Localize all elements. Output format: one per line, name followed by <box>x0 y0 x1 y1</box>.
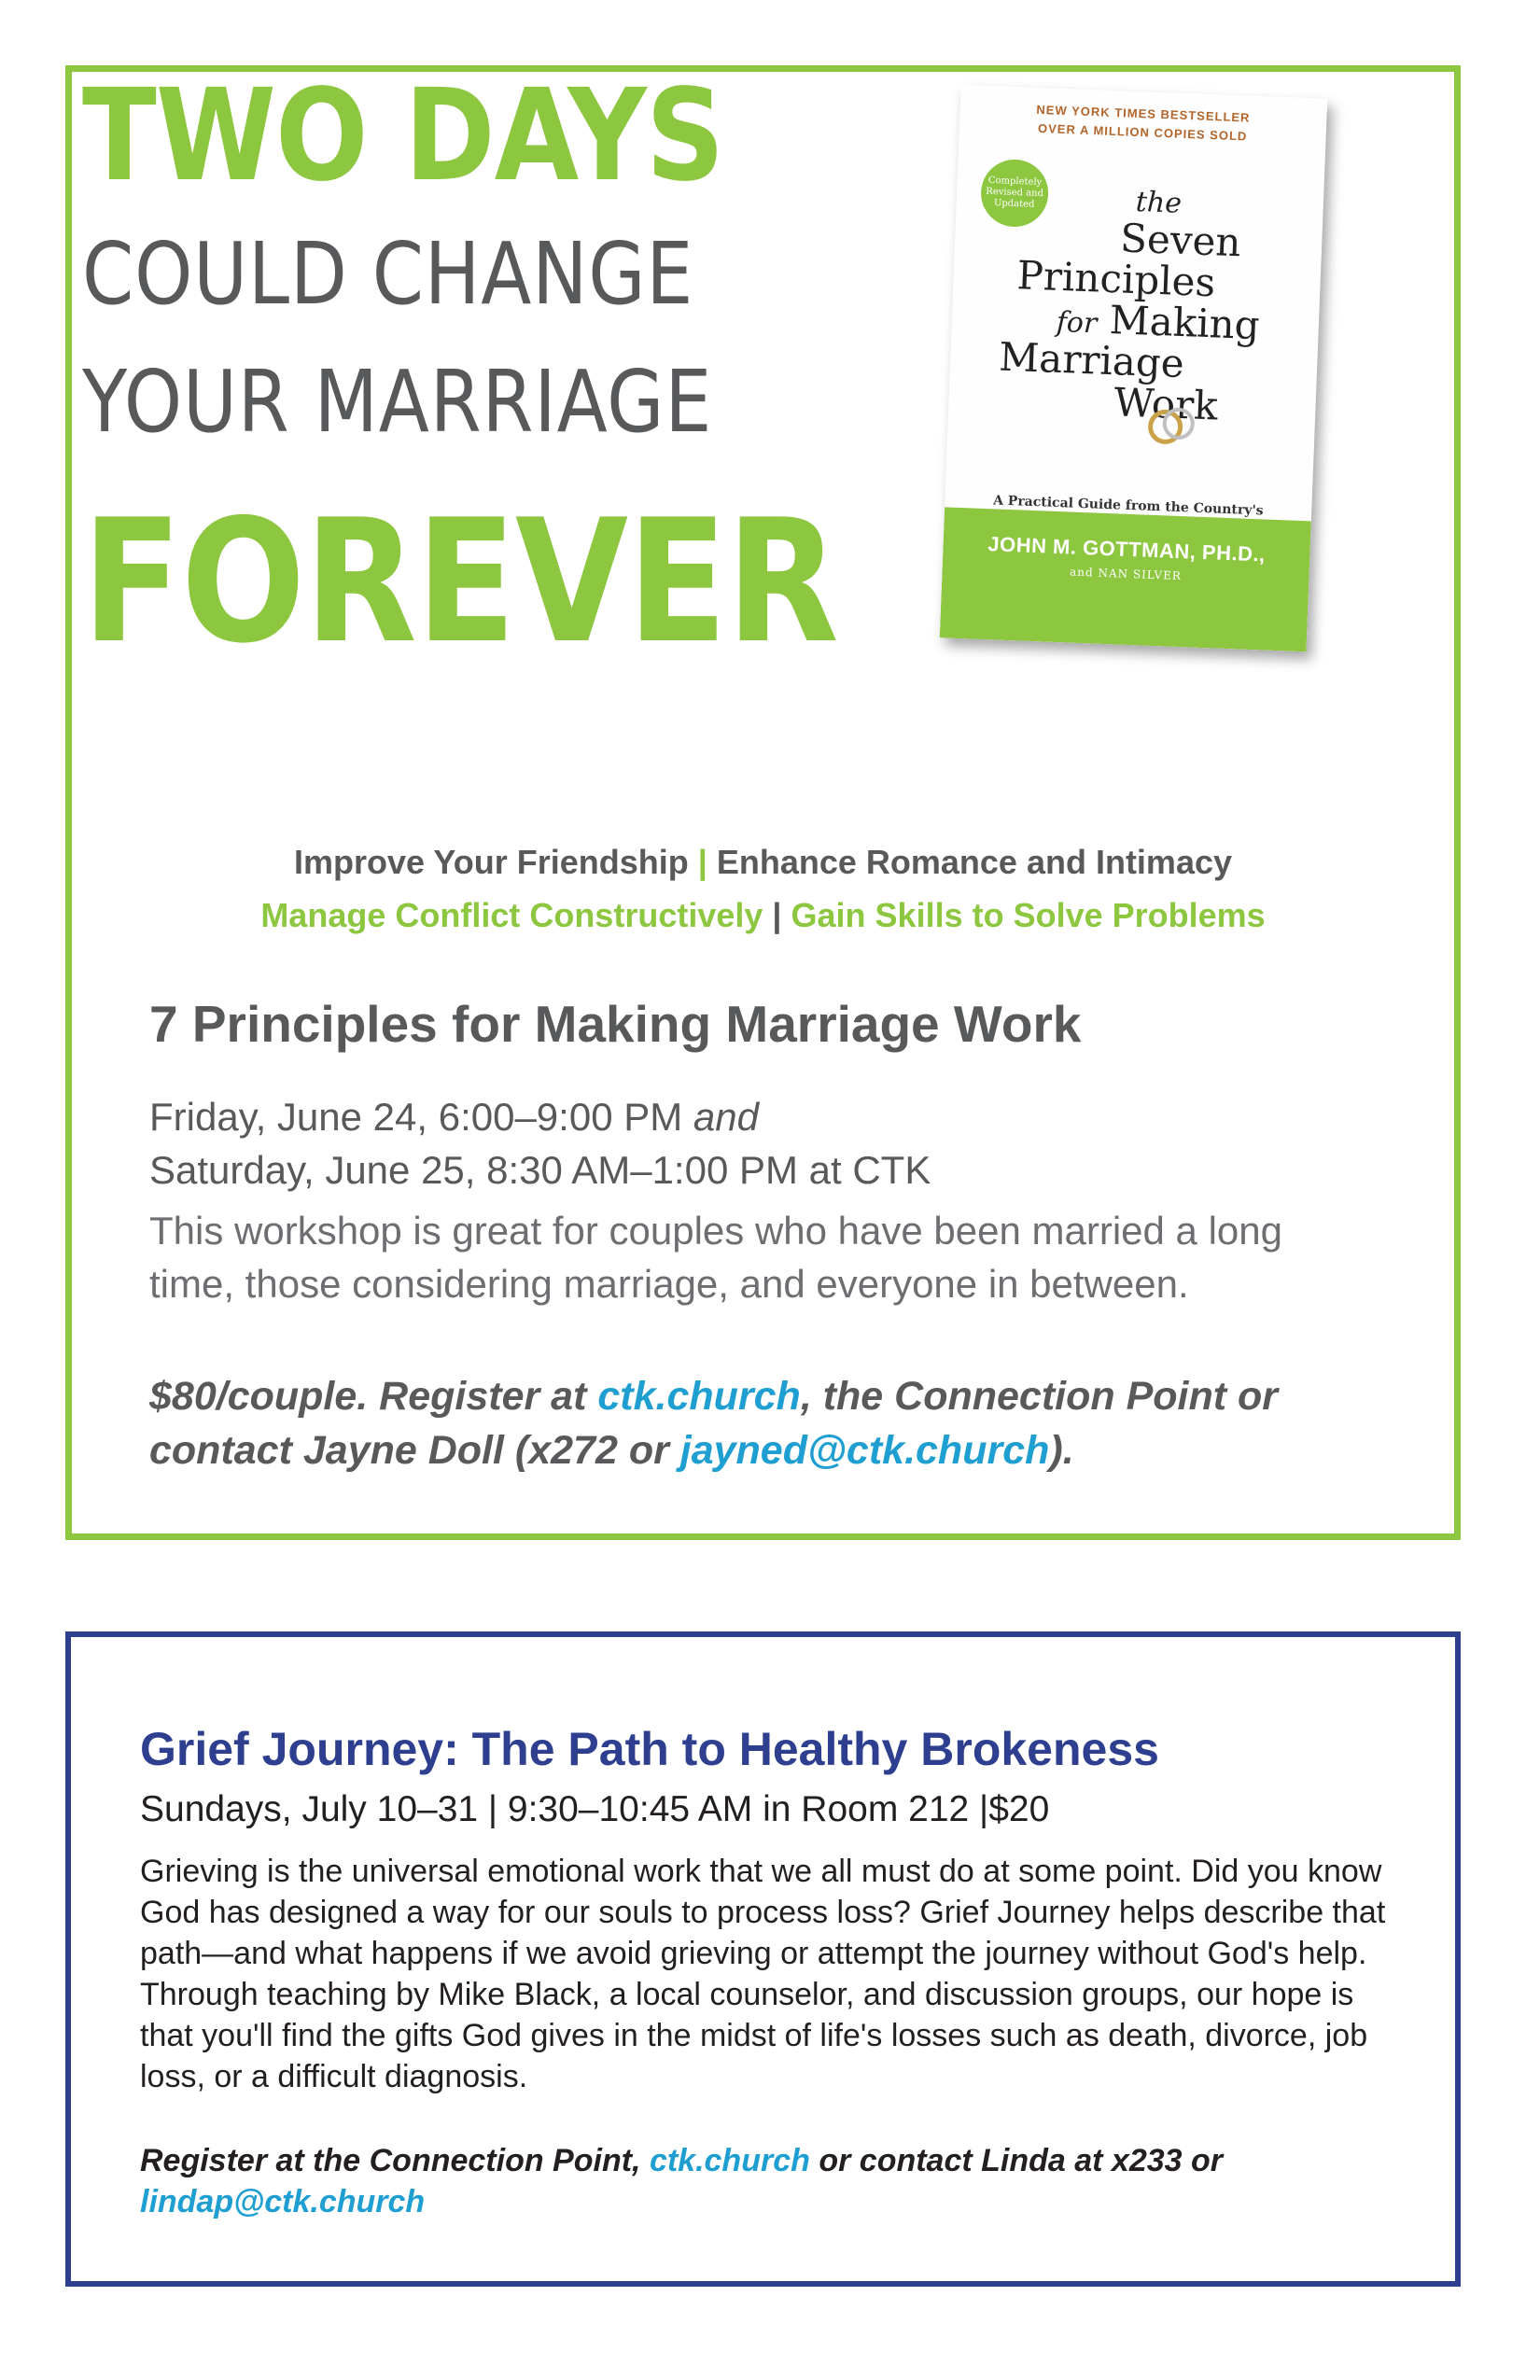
workshop-dates: Friday, June 24, 6:00–9:00 PM and Saturd… <box>149 1090 931 1197</box>
book-title-for: for <box>1056 306 1098 341</box>
workshop-email-link[interactable]: jayned@ctk.church <box>680 1428 1050 1473</box>
headline-your-marriage: YOUR MARRIAGE <box>82 352 713 452</box>
workshop-date-and: and <box>693 1095 759 1139</box>
book-bestseller-banner: NEW YORK TIMES BESTSELLER OVER A MILLION… <box>959 98 1326 148</box>
workshop-registration: $80/couple. Register at ctk.church, the … <box>149 1369 1419 1477</box>
benefit-problems: Gain Skills to Solve Problems <box>791 896 1266 934</box>
grief-registration: Register at the Connection Point, ctk.ch… <box>140 2140 1428 2222</box>
benefit-separator: | <box>772 896 782 934</box>
headline-forever: FOREVER <box>82 483 839 680</box>
headline-two-days: TWO DAYS <box>82 63 724 210</box>
grief-schedule: Sundays, July 10–31 | 9:30–10:45 AM in R… <box>140 1789 1050 1829</box>
wedding-rings-icon <box>1148 407 1195 444</box>
book-title-the: the <box>1135 185 1183 220</box>
benefit-conflict: Manage Conflict Constructively <box>260 896 763 934</box>
grief-reg-text-1: Register at the Connection Point, <box>140 2143 650 2178</box>
book-author-band: JOHN M. GOTTMAN, PH.D., and NAN SILVER <box>939 507 1311 652</box>
benefits-line-1: Improve Your Friendship | Enhance Romanc… <box>65 843 1461 882</box>
benefit-friendship: Improve Your Friendship <box>293 843 689 881</box>
grief-reg-text-2: or contact Linda at x233 or <box>809 2143 1224 2178</box>
grief-ctk-link[interactable]: ctk.church <box>650 2143 810 2178</box>
benefits-line-2: Manage Conflict Constructively | Gain Sk… <box>65 896 1461 935</box>
benefit-separator: | <box>697 843 707 881</box>
book-cover: NEW YORK TIMES BESTSELLER OVER A MILLION… <box>939 84 1328 652</box>
workshop-description: This workshop is great for couples who h… <box>149 1209 1282 1306</box>
grief-title: Grief Journey: The Path to Healthy Broke… <box>140 1723 1159 1775</box>
workshop-reg-text-1: $80/couple. Register at <box>149 1374 598 1419</box>
workshop-date-friday: Friday, June 24, 6:00–9:00 PM <box>149 1095 683 1139</box>
workshop-date-saturday: Saturday, June 25, 8:30 AM–1:00 PM at CT… <box>149 1148 931 1192</box>
workshop-title: 7 Principles for Making Marriage Work <box>149 995 1082 1053</box>
benefit-romance: Enhance Romance and Intimacy <box>716 843 1233 881</box>
grief-description: Grieving is the universal emotional work… <box>140 1854 1386 2094</box>
workshop-ctk-link[interactable]: ctk.church <box>597 1374 800 1419</box>
grief-email-link[interactable]: lindap@ctk.church <box>140 2184 425 2219</box>
workshop-reg-text-3: ). <box>1049 1428 1074 1473</box>
book-title-marriage: Marriage <box>998 333 1185 387</box>
headline-could-change: COULD CHANGE <box>82 224 694 324</box>
